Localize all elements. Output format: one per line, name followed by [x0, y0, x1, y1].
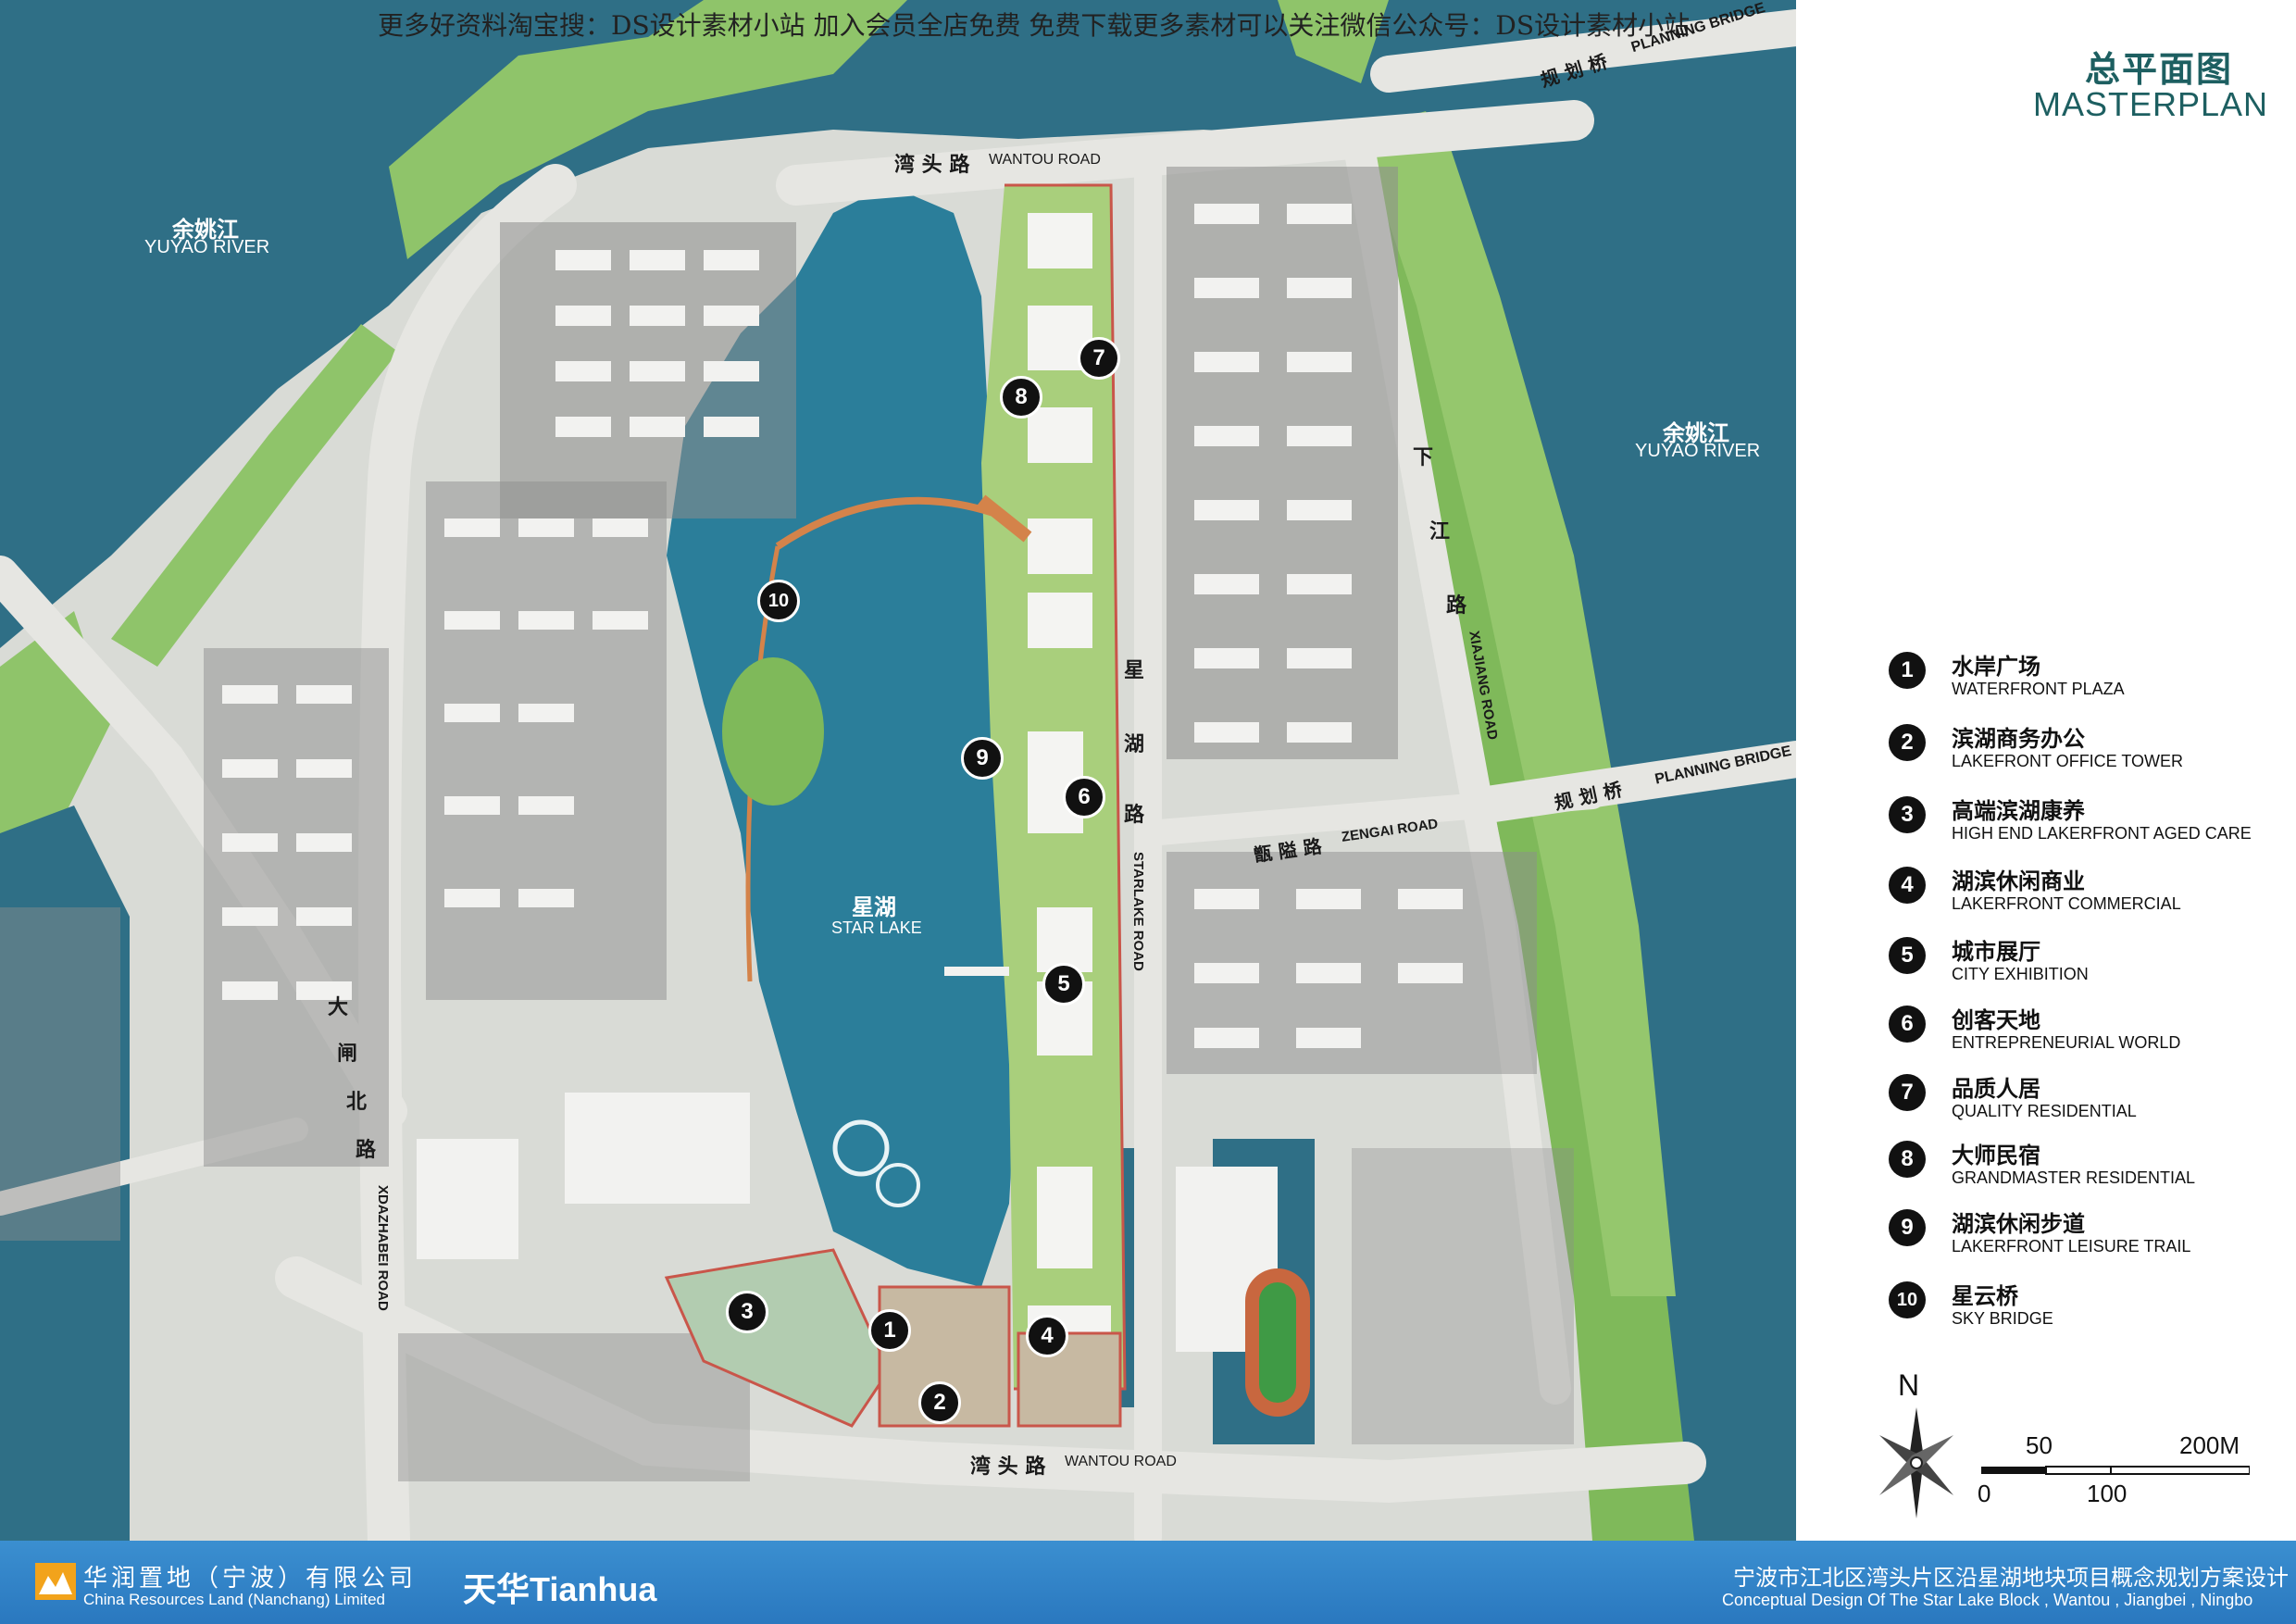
- dazhabei-road-label-cn-3: 北: [346, 1091, 368, 1114]
- legend-item-6: 6 创客天地 ENTREPRENEURIAL WORLD: [1889, 1002, 2277, 1067]
- masterplan-map: [0, 0, 1796, 1541]
- legend-label-cn: 湖滨休闲步道: [1952, 1211, 2085, 1237]
- legend-number: 2: [1889, 724, 1926, 761]
- project-title-cn: 宁波市江北区湾头片区沿星湖地块项目概念规划方案设计: [1733, 1565, 2289, 1591]
- wantou-road-bottom-label-cn: 湾 头 路: [970, 1455, 1046, 1479]
- legend-label-en: HIGH END LAKERFRONT AGED CARE: [1952, 824, 2252, 843]
- legend-item-3: 3 高端滨湖康养 HIGH END LAKERFRONT AGED CARE: [1889, 793, 2277, 857]
- legend-number: 10: [1889, 1281, 1926, 1318]
- map-marker-5: 5: [1042, 963, 1085, 1006]
- project-title-en: Conceptual Design Of The Star Lake Block…: [1722, 1591, 2253, 1609]
- legend-item-4: 4 湖滨休闲商业 LAKERFRONT COMMERCIAL: [1889, 863, 2277, 928]
- company-name-en: China Resources Land (Nanchang) Limited: [83, 1591, 386, 1608]
- map-marker-1: 1: [868, 1309, 911, 1352]
- starlake-road-label-cn-3: 路: [1124, 804, 1145, 827]
- china-resources-logo-icon: [35, 1563, 76, 1600]
- scale-label-200m: 200M: [2179, 1431, 2240, 1459]
- legend-label-en: SKY BRIDGE: [1952, 1309, 2053, 1328]
- legend-label-cn: 星云桥: [1952, 1283, 2018, 1309]
- dazhabei-road-label-cn-1: 大: [328, 996, 349, 1019]
- scale-bar-graphic: [1981, 1466, 2250, 1475]
- xiajiang-road-label-cn-1: 下: [1413, 446, 1434, 469]
- legend-label-en: WATERFRONT PLAZA: [1952, 680, 2125, 698]
- map-marker-6: 6: [1063, 776, 1105, 818]
- yuyao-river-right-label-en: YUYAO RIVER: [1635, 441, 1761, 461]
- map-marker-9: 9: [961, 737, 1004, 780]
- xiajiang-road-label-cn-2: 江: [1429, 520, 1451, 543]
- scale-label-100: 100: [2087, 1480, 2128, 1507]
- star-lake-label-cn: 星湖: [852, 894, 896, 920]
- legend-item-5: 5 城市展厅 CITY EXHIBITION: [1889, 933, 2277, 998]
- legend-item-7: 7 品质人居 QUALITY RESIDENTIAL: [1889, 1070, 2277, 1135]
- legend-number: 6: [1889, 1006, 1926, 1043]
- legend-number: 4: [1889, 867, 1926, 904]
- starlake-road-label-cn-2: 湖: [1124, 733, 1145, 756]
- company-name-cn: 华润置地（宁波）有限公司: [83, 1565, 418, 1593]
- wantou-road-top-label-en: WANTOU ROAD: [989, 152, 1101, 168]
- scale-label-50: 50: [2026, 1431, 2053, 1459]
- legend-number: 9: [1889, 1209, 1926, 1246]
- legend-label-cn: 城市展厅: [1952, 939, 2040, 965]
- legend-label-cn: 品质人居: [1952, 1076, 2040, 1102]
- map-marker-8: 8: [1000, 376, 1042, 418]
- legend-label-cn: 创客天地: [1952, 1007, 2040, 1033]
- legend-label-en: QUALITY RESIDENTIAL: [1952, 1102, 2137, 1120]
- legend-number: 3: [1889, 796, 1926, 833]
- scale-label-0: 0: [1978, 1480, 1991, 1507]
- yuyao-river-left-label-en: YUYAO RIVER: [144, 237, 270, 257]
- legend-label-en: ENTREPRENEURIAL WORLD: [1952, 1033, 2181, 1052]
- legend-label-cn: 滨湖商务办公: [1952, 726, 2085, 752]
- legend-item-10: 10 星云桥 SKY BRIDGE: [1889, 1278, 2277, 1343]
- legend-label-cn: 水岸广场: [1952, 654, 2040, 680]
- star-lake-label-en: STAR LAKE: [831, 918, 922, 937]
- legend-number: 8: [1889, 1141, 1926, 1178]
- watermark-text: 更多好资料淘宝搜：DS设计素材小站 加入会员全店免费 免费下载更多素材可以关注微…: [378, 10, 1691, 41]
- legend-number: 7: [1889, 1074, 1926, 1111]
- xiajiang-road-label-cn-3: 路: [1446, 594, 1467, 618]
- compass-north-label: N: [1898, 1368, 1920, 1402]
- legend-label-en: LAKERFRONT LEISURE TRAIL: [1952, 1237, 2191, 1255]
- map-marker-2: 2: [918, 1381, 961, 1424]
- legend-item-2: 2 滨湖商务办公 LAKEFRONT OFFICE TOWER: [1889, 720, 2277, 785]
- legend-label-cn: 高端滨湖康养: [1952, 798, 2085, 824]
- map-marker-7: 7: [1078, 337, 1120, 380]
- partner-logo-text: 天华Tianhua: [463, 1570, 657, 1608]
- legend-label-en: LAKEFRONT OFFICE TOWER: [1952, 752, 2184, 770]
- map-marker-10: 10: [757, 580, 800, 622]
- page-title-en: MASTERPLAN: [2033, 85, 2269, 123]
- dazhabei-road-label-cn-4: 路: [356, 1139, 377, 1162]
- legend-item-8: 8 大师民宿 GRANDMASTER RESIDENTIAL: [1889, 1137, 2277, 1202]
- dazhabei-road-label-cn-2: 闸: [337, 1043, 358, 1066]
- starlake-road-label-en: STARLAKE ROAD: [1130, 852, 1146, 971]
- dazhabei-road-label-en: XDAZHABEI ROAD: [375, 1185, 391, 1311]
- legend-number: 1: [1889, 652, 1926, 689]
- legend-label-en: LAKERFRONT COMMERCIAL: [1952, 894, 2181, 913]
- legend-label-en: CITY EXHIBITION: [1952, 965, 2089, 983]
- wantou-road-bottom-label-en: WANTOU ROAD: [1065, 1454, 1177, 1469]
- legend-item-1: 1 水岸广场 WATERFRONT PLAZA: [1889, 648, 2277, 713]
- map-marker-4: 4: [1026, 1315, 1068, 1357]
- legend-label-en: GRANDMASTER RESIDENTIAL: [1952, 1168, 2196, 1187]
- starlake-road-label-cn-1: 星: [1124, 659, 1145, 682]
- legend-item-9: 9 湖滨休闲步道 LAKERFRONT LEISURE TRAIL: [1889, 1206, 2277, 1270]
- map-marker-3: 3: [726, 1291, 768, 1333]
- page-title-cn: 总平面图: [2085, 49, 2234, 90]
- wantou-road-top-label-cn: 湾 头 路: [894, 154, 970, 177]
- compass-rose-icon: [1879, 1407, 1953, 1518]
- legend-label-cn: 湖滨休闲商业: [1952, 868, 2085, 894]
- legend-number: 5: [1889, 937, 1926, 974]
- legend-label-cn: 大师民宿: [1952, 1143, 2040, 1168]
